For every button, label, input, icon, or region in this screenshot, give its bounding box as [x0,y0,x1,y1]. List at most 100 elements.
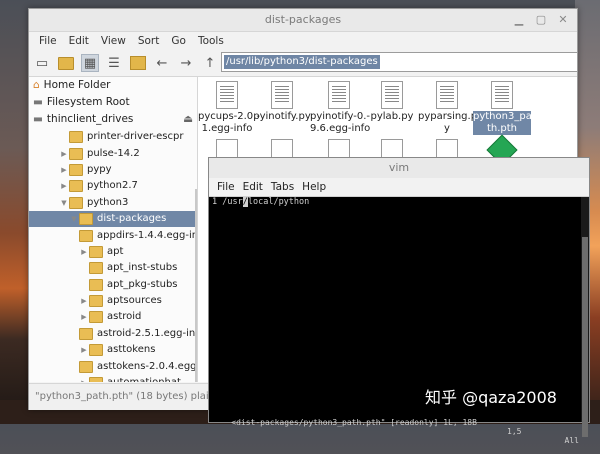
tree-node-label: astroid [107,311,142,323]
menu-file[interactable]: File [213,178,239,196]
close-icon[interactable]: ✕ [555,12,571,28]
expanded-arrow-icon[interactable]: ▼ [69,211,79,227]
tree-node[interactable]: appdirs-1.4.4.egg-info [29,227,197,243]
tree-node[interactable]: printer-driver-escpr [29,129,197,145]
editor-line: 1 /usr/local/python [212,197,309,207]
eject-icon[interactable]: ⏏ [183,111,193,128]
up-arrow-icon[interactable]: ↑ [201,54,219,72]
tree-node[interactable]: ▶ pypy [29,162,197,178]
forward-arrow-icon[interactable]: → [177,54,195,72]
menu-help[interactable]: Help [298,178,330,196]
folder-icon [69,163,83,176]
tree-node-label: pypy [87,163,112,175]
directory-tree: printer-driver-escpr ▶ pulse-14.2 ▶ pypy ▶ pyt… [29,129,197,382]
tree-node[interactable]: ▼ python3 [29,195,197,211]
editor-scrollbar[interactable] [581,197,589,437]
tree-node[interactable]: ▶ aptsources [29,293,197,309]
new-folder-icon[interactable] [57,54,75,72]
home-icon[interactable] [129,54,147,72]
tree-node[interactable]: asttokens-2.0.4.egg-info [29,358,197,374]
expand-arrow-icon[interactable]: ▶ [79,309,89,325]
file-item[interactable] [418,139,476,159]
menu-tools[interactable]: Tools [192,32,230,50]
tree-node[interactable]: ▶ astroid [29,309,197,325]
back-arrow-icon[interactable]: ← [153,54,171,72]
vim-status-line: <dist-packages/python3_path.pth" [readon… [212,409,579,445]
folder-icon [69,131,83,144]
menu-edit[interactable]: Edit [239,178,267,196]
place-home-folder[interactable]: ⌂ Home Folder [29,77,197,94]
window-title: vim [388,161,410,174]
expand-arrow-icon[interactable]: ▶ [79,244,89,260]
folder-icon [79,229,93,242]
tree-node[interactable]: apt_inst-stubs [29,260,197,276]
text-file-icon [216,139,238,159]
tree-node[interactable]: ▶ pulse-14.2 [29,145,197,161]
expanded-arrow-icon[interactable]: ▼ [59,195,69,211]
text-file-icon [328,81,350,109]
expand-arrow-icon[interactable]: ▶ [59,178,69,194]
file-item-selected[interactable]: python3_pa- th.pth [473,81,536,135]
minimize-icon[interactable]: ▁ [511,12,527,28]
text-file-icon [436,139,458,159]
tree-node[interactable]: ▼ dist-packages [29,210,197,228]
drive-icon: ▬ [33,96,43,108]
file-item[interactable]: pycups-2.0.- 1.egg-info [198,81,260,135]
file-item[interactable] [253,139,311,159]
menu-go[interactable]: Go [165,32,192,50]
expand-arrow-icon[interactable]: ▶ [79,293,89,309]
file-item[interactable]: pyinotify.py [253,81,311,123]
icon-view-icon[interactable]: ▦ [81,54,99,72]
folder-icon [89,245,103,258]
text-file-icon [271,81,293,109]
folder-icon [89,262,103,275]
tree-node-label: aptsources [107,295,162,307]
tree-node[interactable]: ▶ apt [29,244,197,260]
file-item[interactable] [198,139,256,159]
expand-arrow-icon[interactable]: ▶ [79,375,89,382]
new-window-icon[interactable]: ▭ [33,54,51,72]
place-thinclient-drives[interactable]: ▬ thinclient_drives ⏏ [29,111,197,128]
text-file-icon [216,81,238,109]
file-label: python3_pa- th.pth [473,111,536,135]
tree-node-label: asttokens [107,344,156,356]
folder-icon [69,196,83,209]
folder-icon [89,377,103,382]
menu-edit[interactable]: Edit [63,32,95,50]
tree-node[interactable]: astroid-2.5.1.egg-info [29,326,197,342]
path-input[interactable]: /usr/lib/python3/dist-packages [221,52,578,72]
expand-arrow-icon[interactable]: ▶ [59,162,69,178]
file-item[interactable] [310,139,368,159]
file-item[interactable]: pyinotify-0.- 9.6.egg-info [310,81,370,135]
tree-node[interactable]: ▶ asttokens [29,342,197,358]
tree-node[interactable]: ▶ python2.7 [29,178,197,194]
tree-node-label: dist-packages [97,213,167,225]
file-item[interactable]: pylab.py [363,81,421,123]
menu-file[interactable]: File [33,32,63,50]
editor-area[interactable]: 1 /usr/local/python [209,197,581,408]
folder-icon [89,344,103,357]
line-text-after-cursor: local/python [247,197,310,207]
text-file-icon [271,139,293,159]
place-filesystem-root[interactable]: ▬ Filesystem Root [29,94,197,111]
expand-arrow-icon[interactable]: ▶ [79,342,89,358]
file-item[interactable] [363,139,421,159]
text-file-icon [436,81,458,109]
tree-node-label: apt_inst-stubs [107,262,178,274]
scrollbar-thumb[interactable] [582,237,588,437]
folder-icon [69,147,83,160]
list-view-icon[interactable]: ☰ [105,54,123,72]
window-titlebar[interactable]: vim [209,158,589,178]
menu-sort[interactable]: Sort [132,32,166,50]
menu-tabs[interactable]: Tabs [267,178,298,196]
window-titlebar[interactable]: dist-packages ▁ ▢ ✕ [29,9,577,32]
folder-icon [89,311,103,324]
tree-node[interactable]: apt_pkg-stubs [29,277,197,293]
maximize-icon[interactable]: ▢ [533,12,549,28]
tree-node[interactable]: ▶ automationhat [29,375,197,382]
file-item[interactable]: pyparsing.p- y [418,81,481,135]
place-label: thinclient_drives [46,113,134,125]
menu-view[interactable]: View [95,32,132,50]
tree-node-label: appdirs-1.4.4.egg-info [97,229,198,241]
expand-arrow-icon[interactable]: ▶ [59,146,69,162]
